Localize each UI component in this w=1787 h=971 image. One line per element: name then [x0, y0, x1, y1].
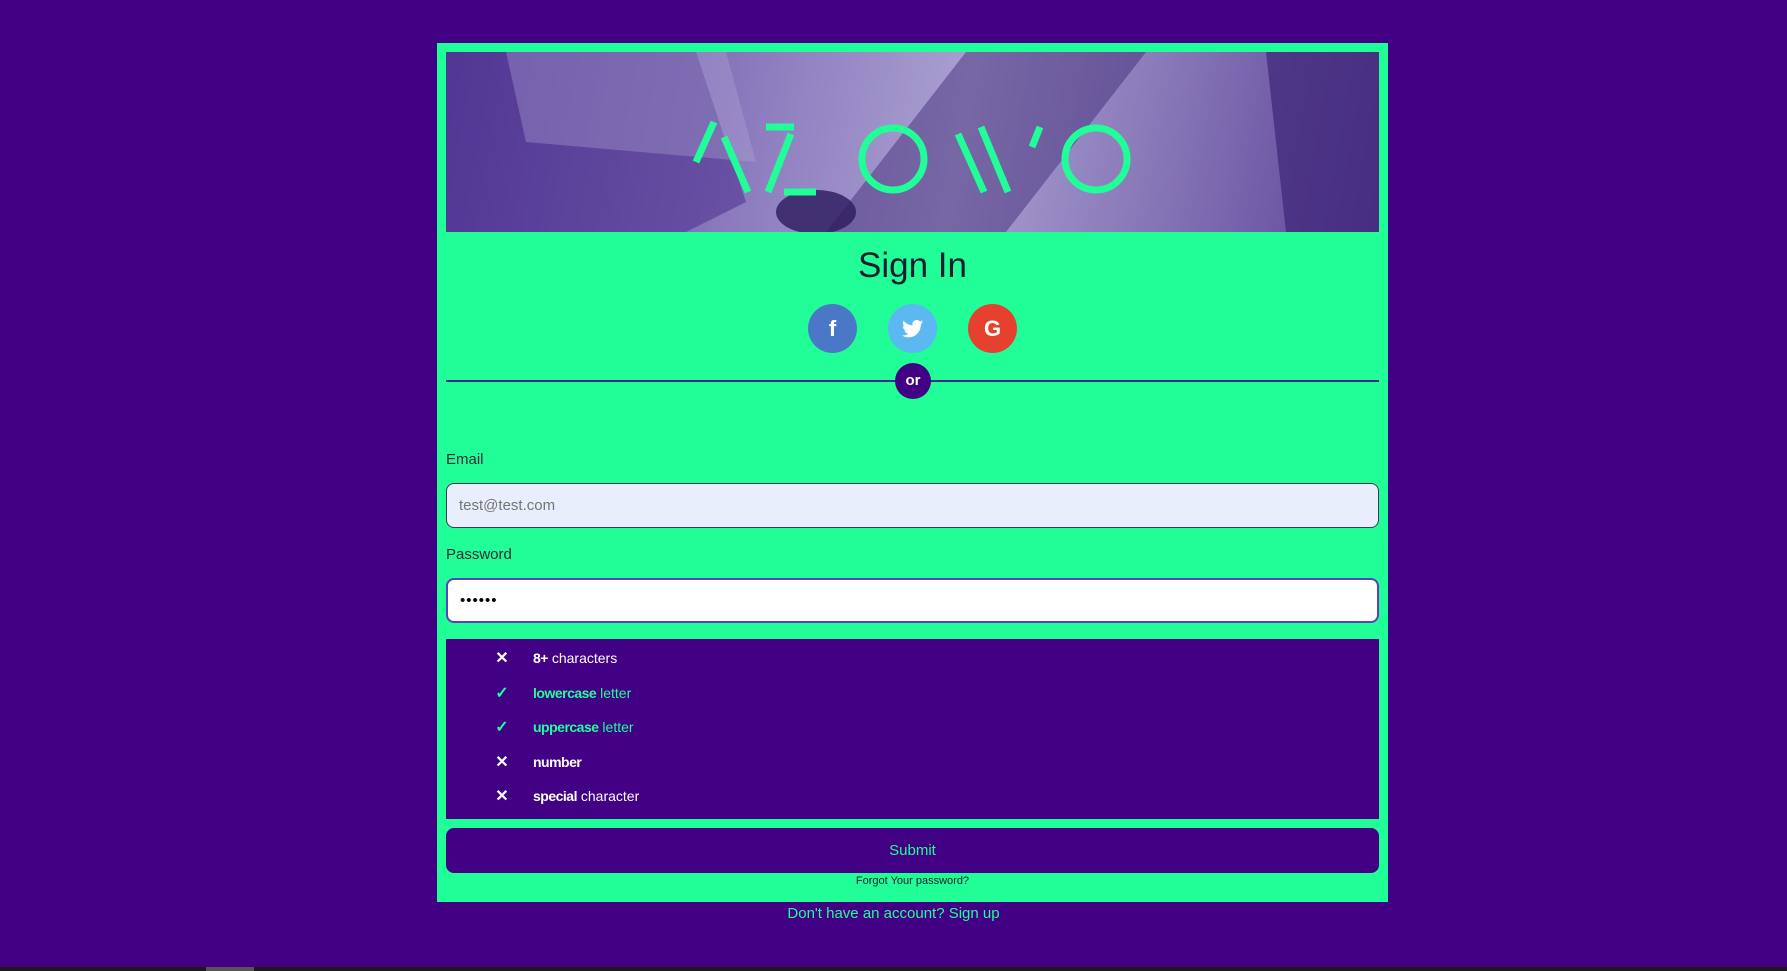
requirement-uppercase: ✓ uppercase letter	[446, 710, 1379, 745]
requirement-text: letter	[596, 684, 632, 701]
cross-icon: ✕	[495, 788, 509, 806]
email-field[interactable]	[446, 483, 1379, 528]
cross-icon: ✕	[495, 753, 509, 771]
requirement-keyword: number	[533, 753, 582, 770]
requirement-number: ✕ number	[446, 745, 1379, 780]
requirement-special: ✕ special character	[446, 779, 1379, 814]
password-label: Password	[446, 546, 512, 563]
requirement-lowercase: ✓ lowercase letter	[446, 676, 1379, 711]
requirement-text: characters	[547, 650, 618, 667]
google-icon: G	[983, 315, 1002, 341]
horizontal-scrollbar[interactable]	[0, 967, 1787, 971]
social-login-group: f G	[446, 304, 1379, 353]
requirement-keyword: 8+	[533, 650, 548, 667]
requirement-keyword: special	[533, 788, 577, 805]
brand-logo	[692, 120, 1131, 196]
forgot-password-link[interactable]: Forgot Your password?	[446, 875, 1379, 887]
signin-card: Sign In f G or Email Password ✕	[437, 43, 1388, 902]
page-title: Sign In	[858, 246, 967, 285]
requirement-length: ✕ 8+ characters	[446, 641, 1379, 676]
cross-icon: ✕	[495, 650, 509, 668]
requirement-text: character	[576, 788, 640, 805]
twitter-login-button[interactable]	[888, 304, 937, 353]
requirement-keyword: lowercase	[533, 684, 597, 701]
requirement-text: letter	[598, 719, 634, 736]
check-icon: ✓	[495, 684, 509, 702]
email-label: Email	[446, 451, 484, 468]
hero-banner	[446, 52, 1379, 232]
scrollbar-thumb[interactable]	[206, 967, 254, 971]
check-icon: ✓	[495, 719, 509, 737]
requirement-keyword: uppercase	[533, 719, 599, 736]
signup-link[interactable]: Don't have an account? Sign up	[0, 905, 1787, 922]
password-requirements: ✕ 8+ characters ✓ lowercase letter ✓ upp…	[446, 639, 1379, 819]
password-field[interactable]	[446, 578, 1379, 623]
facebook-icon: f	[828, 315, 837, 341]
divider-or-badge: or	[895, 363, 931, 399]
google-login-button[interactable]: G	[968, 304, 1017, 353]
submit-button[interactable]: Submit	[446, 828, 1379, 873]
facebook-login-button[interactable]: f	[808, 304, 857, 353]
or-divider: or	[446, 363, 1379, 399]
twitter-icon	[901, 319, 923, 337]
